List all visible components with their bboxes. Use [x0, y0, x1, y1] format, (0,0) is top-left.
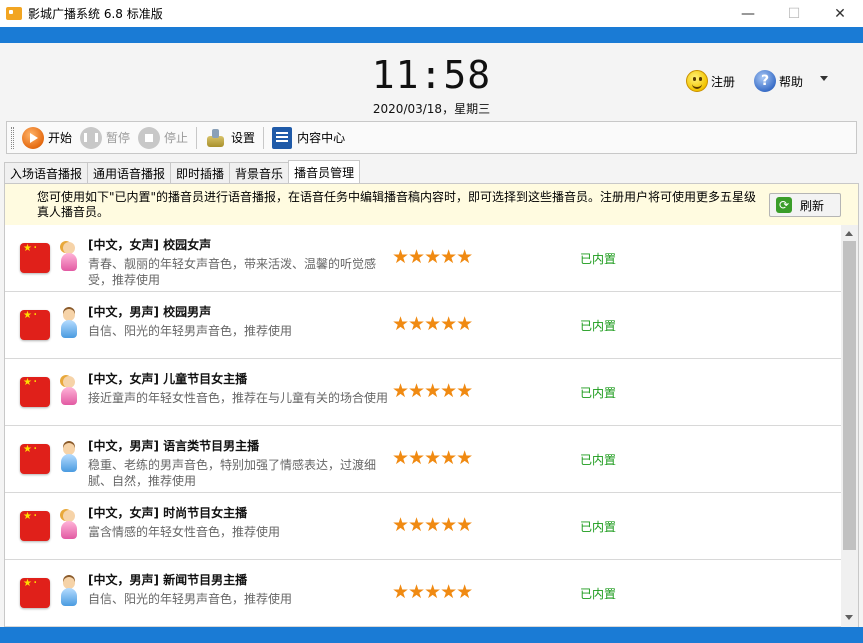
toolbar: 开始 暂停 停止 设置 内容中心: [6, 121, 857, 154]
rating-stars: ★★★★★: [392, 313, 473, 335]
chevron-down-icon[interactable]: [820, 76, 828, 81]
list-item[interactable]: [中文，男声] 语言类节目男主播 稳重、老练的男声音色，特别加强了情感表达，过渡…: [5, 426, 841, 493]
voice-description: 富含情感的年轻女性音色，推荐使用: [88, 525, 281, 539]
tab-announcer-management[interactable]: 播音员管理: [288, 160, 361, 183]
rating-stars: ★★★★★: [392, 380, 473, 402]
status-badge: 已内置: [580, 386, 617, 400]
pause-icon: [80, 126, 103, 149]
notice-text: 您可使用如下"已内置"的播音员进行语音播报，在语音任务中编辑播音稿内容时，即可选…: [37, 190, 757, 219]
toolbar-grip[interactable]: [11, 126, 14, 149]
smiley-icon: [686, 70, 708, 92]
play-icon: [22, 126, 44, 149]
vertical-scrollbar[interactable]: [841, 225, 858, 627]
china-flag-icon: [20, 578, 50, 608]
clock-area: 11:58 2020/03/18，星期三 注册 ? 帮助: [0, 43, 863, 120]
notice-bar: 您可使用如下"已内置"的播音员进行语音播报，在语音任务中编辑播音稿内容时，即可选…: [5, 184, 858, 225]
clock-date: 2020/03/18，星期三: [372, 102, 491, 116]
start-button[interactable]: 开始: [22, 126, 73, 149]
close-button[interactable]: ✕: [817, 0, 863, 27]
settings-label: 设置: [231, 131, 256, 145]
list-item[interactable]: [中文，男声] 新闻节目男主播 自信、阳光的年轻男声音色，推荐使用 ★★★★★ …: [5, 560, 841, 627]
scroll-up-arrow-icon[interactable]: [845, 231, 853, 236]
help-icon: ?: [754, 70, 776, 92]
voice-description: 稳重、老练的男声音色，特别加强了情感表达，过渡细腻、自然，推荐使用: [88, 458, 377, 488]
app-window: 影城广播系统 6.8 标准版 — ☐ ✕ 11:58 2020/03/18，星期…: [0, 0, 863, 643]
refresh-icon: ⟳: [776, 197, 792, 213]
window-title: 影城广播系统 6.8 标准版: [28, 7, 163, 21]
settings-icon: [205, 127, 227, 149]
rating-stars: ★★★★★: [392, 581, 473, 603]
list-item[interactable]: [中文，男声] 校园男声 自信、阳光的年轻男声音色，推荐使用 ★★★★★ 已内置: [5, 292, 841, 359]
scroll-down-arrow-icon[interactable]: [845, 615, 853, 620]
minimize-button[interactable]: —: [725, 0, 771, 27]
voice-title: [中文，女声] 儿童节目女主播: [88, 372, 248, 386]
tab-entry-announcement[interactable]: 入场语音播报: [4, 162, 89, 183]
stop-label: 停止: [164, 131, 189, 145]
announcer-list: [中文，女声] 校园女声 青春、靓丽的年轻女声音色，带来活泼、温馨的听觉感受，推…: [5, 225, 841, 627]
male-voice-icon: [60, 577, 78, 609]
china-flag-icon: [20, 444, 50, 474]
female-voice-icon: [60, 242, 78, 274]
toolbar-separator: [263, 126, 265, 149]
start-label: 开始: [48, 131, 73, 145]
voice-description: 接近童声的年轻女性音色，推荐在与儿童有关的场合使用: [88, 391, 389, 405]
china-flag-icon: [20, 377, 50, 407]
help-link[interactable]: ? 帮助: [754, 70, 803, 92]
settings-button[interactable]: 设置: [205, 127, 255, 149]
rating-stars: ★★★★★: [392, 246, 473, 268]
male-voice-icon: [60, 443, 78, 475]
window-controls: — ☐ ✕: [725, 0, 863, 27]
rating-stars: ★★★★★: [392, 514, 473, 536]
tab-bar: 入场语音播报 通用语音播报 即时插播 背景音乐 播音员管理: [4, 160, 361, 183]
voice-title: [中文，女声] 校园女声: [88, 238, 212, 252]
pause-button[interactable]: 暂停: [80, 126, 131, 149]
list-item[interactable]: [中文，女声] 校园女声 青春、靓丽的年轻女声音色，带来活泼、温馨的听觉感受，推…: [5, 225, 841, 292]
rating-stars: ★★★★★: [392, 447, 473, 469]
register-link[interactable]: 注册: [686, 70, 735, 92]
voice-description: 青春、靓丽的年轻女声音色，带来活泼、温馨的听觉感受，推荐使用: [88, 257, 377, 287]
status-badge: 已内置: [580, 587, 617, 601]
voice-description: 自信、阳光的年轻男声音色，推荐使用: [88, 592, 293, 606]
china-flag-icon: [20, 243, 50, 273]
status-badge: 已内置: [580, 520, 617, 534]
register-label: 注册: [711, 74, 736, 89]
female-voice-icon: [60, 376, 78, 408]
voice-title: [中文，男声] 语言类节目男主播: [88, 439, 260, 453]
voice-description: 自信、阳光的年轻男声音色，推荐使用: [88, 324, 293, 338]
document-icon: [272, 126, 293, 149]
scroll-thumb[interactable]: [843, 241, 856, 550]
pause-label: 暂停: [106, 131, 131, 145]
male-voice-icon: [60, 309, 78, 341]
bottom-accent-bar: [0, 627, 863, 643]
china-flag-icon: [20, 310, 50, 340]
voice-title: [中文，男声] 新闻节目男主播: [88, 573, 248, 587]
title-bar: 影城广播系统 6.8 标准版 — ☐ ✕: [0, 0, 863, 27]
content-center-label: 内容中心: [297, 131, 346, 145]
list-item[interactable]: [中文，女声] 时尚节目女主播 富含情感的年轻女性音色，推荐使用 ★★★★★ 已…: [5, 493, 841, 560]
refresh-button[interactable]: ⟳ 刷新: [769, 193, 841, 217]
refresh-label: 刷新: [800, 198, 825, 213]
announcer-panel: 您可使用如下"已内置"的播音员进行语音播报，在语音任务中编辑播音稿内容时，即可选…: [4, 183, 859, 627]
status-badge: 已内置: [580, 453, 617, 467]
voice-title: [中文，女声] 时尚节目女主播: [88, 506, 248, 520]
china-flag-icon: [20, 511, 50, 541]
status-badge: 已内置: [580, 252, 617, 266]
stop-button[interactable]: 停止: [138, 126, 189, 149]
female-voice-icon: [60, 510, 78, 542]
help-label: 帮助: [779, 74, 804, 89]
content-center-button[interactable]: 内容中心: [272, 126, 346, 149]
tab-background-music[interactable]: 背景音乐: [229, 162, 290, 183]
top-accent-bar: [0, 27, 863, 43]
list-item[interactable]: [中文，女声] 儿童节目女主播 接近童声的年轻女性音色，推荐在与儿童有关的场合使…: [5, 359, 841, 426]
toolbar-separator: [196, 126, 198, 149]
status-badge: 已内置: [580, 319, 617, 333]
stop-icon: [138, 126, 161, 149]
voice-title: [中文，男声] 校园男声: [88, 305, 212, 319]
tab-instant-insert[interactable]: 即时插播: [170, 162, 231, 183]
app-icon: [6, 7, 22, 20]
maximize-button[interactable]: ☐: [771, 0, 817, 27]
tab-general-announcement[interactable]: 通用语音播报: [87, 162, 172, 183]
